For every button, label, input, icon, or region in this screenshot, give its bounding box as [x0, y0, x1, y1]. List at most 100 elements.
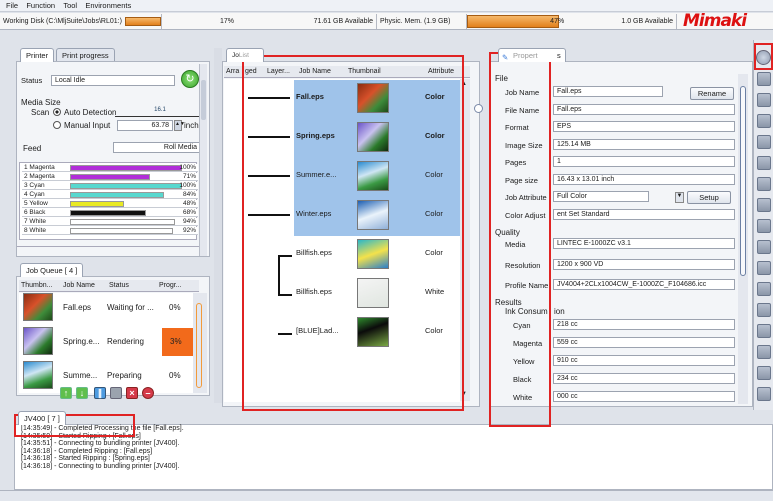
ink-row: 7 White 94% [22, 218, 198, 226]
tool-icon[interactable] [757, 366, 771, 380]
col-layer[interactable]: Layer... [267, 66, 290, 78]
menu-file[interactable]: File [6, 0, 18, 12]
splitter[interactable] [17, 246, 201, 249]
ink-name: 1 Magenta [24, 164, 55, 171]
menu-function[interactable]: Function [26, 0, 55, 12]
section-file: File [495, 74, 508, 83]
queue-row[interactable]: Summe... Preparing 0% [19, 361, 193, 391]
tool-icon[interactable] [757, 72, 771, 86]
splitter-handle[interactable] [474, 104, 483, 113]
col-arranged[interactable]: Arra [226, 66, 239, 78]
ink-row: 1 Magenta 100% [22, 164, 198, 172]
ink-level-bar [70, 192, 165, 198]
queue-header: Thumbn... Job Name Status Progr... [19, 280, 199, 292]
log-line: [14:36:18] - Started Ripping : [Spring.e… [21, 455, 150, 462]
tool-icon[interactable] [757, 135, 771, 149]
job-list-scrollbar[interactable]: ▲ ▼ [460, 79, 470, 401]
manual-input-stepper[interactable]: ▲▼ [174, 120, 185, 131]
tool-icon[interactable] [757, 219, 771, 233]
menu-tool[interactable]: Tool [63, 0, 77, 12]
printer-panel: Status Local Idle ↻ Media Size Scan Auto… [16, 61, 210, 257]
chat-icon[interactable] [756, 50, 771, 65]
tool-icon[interactable] [757, 114, 771, 128]
tool-icon[interactable] [757, 177, 771, 191]
layer-line [248, 214, 290, 216]
tool-icon[interactable] [757, 303, 771, 317]
col-attribute[interactable]: Attribute [428, 66, 454, 78]
ink-level-bar [70, 228, 174, 234]
ink-level-bar [70, 174, 150, 180]
col-thumbnail[interactable]: Thumbnail [348, 66, 381, 78]
job-row[interactable]: Billfish.eps Color [244, 236, 460, 294]
tool-icon[interactable] [757, 93, 771, 107]
unit-label: inch [184, 121, 199, 130]
layer-line [278, 333, 292, 335]
tab-job-list[interactable]: JoList [226, 48, 264, 62]
scroll-down-icon[interactable]: ▼ [461, 391, 467, 397]
manual-input-field[interactable]: 63.78 [117, 120, 173, 131]
tab-properties[interactable]: ✎ Propert s [498, 48, 566, 62]
ink-consumption-label: Ink Consum [505, 307, 548, 316]
manual-input-radio[interactable] [53, 121, 61, 129]
job-row[interactable]: Summer.e... Color [244, 158, 460, 196]
scroll-up-icon[interactable]: ▲ [461, 81, 467, 87]
tool-icon[interactable] [757, 324, 771, 338]
tool-icon[interactable] [757, 198, 771, 212]
rendering-progress: 3% [162, 328, 193, 356]
tool-icon[interactable] [757, 156, 771, 170]
status-label: Status [21, 76, 43, 85]
stop-icon[interactable] [110, 387, 122, 399]
auto-detection-value: 16.1 [115, 107, 205, 117]
ink-name: 4 Cyan [24, 191, 45, 198]
ink-consumption-label: Cyan [513, 321, 531, 330]
scan-label: Scan [31, 108, 50, 117]
ink-row: 4 Cyan 84% [22, 191, 198, 199]
tab-print-progress[interactable]: Print progress [56, 48, 115, 62]
properties-scrollbar[interactable] [738, 74, 748, 404]
queue-row[interactable]: Fall.eps Waiting for ... 0% [19, 293, 193, 323]
ink-consumption-label: Magenta [513, 339, 543, 348]
tool-icon[interactable] [757, 282, 771, 296]
tool-icon[interactable] [757, 240, 771, 254]
auto-detection-radio[interactable] [53, 108, 61, 116]
job-list-tab-label-tail: List [238, 52, 249, 59]
queue-row-progress: 0% [169, 371, 181, 380]
delete-icon[interactable]: × [126, 387, 138, 399]
job-row[interactable]: [BLUE]Lad... Color [244, 314, 460, 352]
job-row[interactable]: Billfish.eps White [244, 275, 460, 313]
ink-consumption-value: 910 cc [553, 355, 735, 366]
job-row[interactable]: Fall.eps Color [244, 80, 460, 118]
job-row[interactable]: Winter.eps Color [244, 197, 460, 235]
setup-button[interactable]: Setup [687, 191, 731, 204]
ink-name: 5 Yellow [24, 200, 48, 207]
move-up-icon[interactable]: ↑ [60, 387, 72, 399]
tool-icon[interactable] [757, 387, 771, 401]
queue-row-progress: 0% [169, 303, 181, 312]
queue-col-status[interactable]: Status [109, 280, 129, 292]
printer-scrollbar[interactable] [199, 64, 207, 256]
tab-printer[interactable]: Printer [20, 48, 55, 62]
properties-tab-tail: s [557, 51, 561, 60]
queue-col-progress[interactable]: Progr... [159, 280, 182, 292]
queue-col-thumbnail[interactable]: Thumbn... [21, 280, 53, 292]
tab-job-queue[interactable]: Job Queue [ 4 ] [20, 263, 84, 277]
left-divider[interactable] [214, 48, 222, 403]
tool-icon[interactable] [757, 345, 771, 359]
menu-environments[interactable]: Environments [85, 0, 131, 12]
job-row[interactable]: Spring.eps Color [244, 119, 460, 157]
cancel-icon[interactable]: – [142, 387, 154, 399]
queue-row[interactable]: Spring.e... Rendering 3% [19, 327, 193, 357]
job-queue-panel: Thumbn... Job Name Status Progr... Fall.… [16, 276, 210, 396]
status-field: Local Idle [51, 75, 175, 86]
tab-log[interactable]: JV400 [ 7 ] [18, 411, 66, 425]
pause-icon[interactable]: ∥ [94, 387, 106, 399]
col-job-name[interactable]: Job Name [299, 66, 331, 78]
refresh-icon[interactable]: ↻ [181, 70, 199, 88]
col-arranged-tail[interactable]: ged [245, 66, 257, 78]
tool-icon[interactable] [757, 261, 771, 275]
job-attribute-dropdown-icon[interactable]: ▼ [675, 192, 684, 203]
move-down-icon[interactable]: ↓ [76, 387, 88, 399]
queue-scrollbar[interactable] [193, 293, 207, 393]
queue-col-jobname[interactable]: Job Name [63, 280, 95, 292]
rename-button[interactable]: Rename [690, 87, 734, 100]
